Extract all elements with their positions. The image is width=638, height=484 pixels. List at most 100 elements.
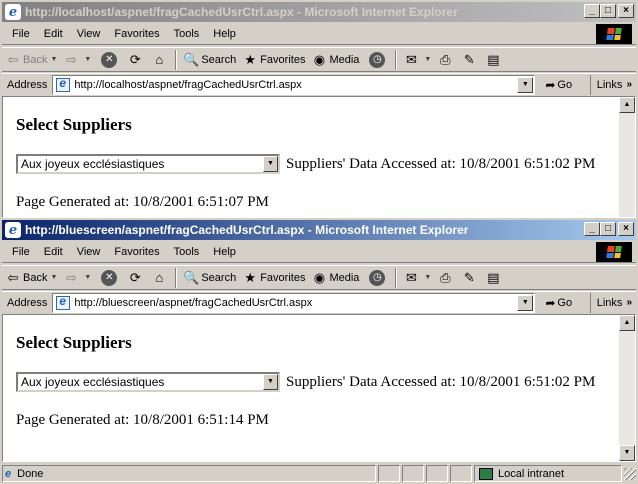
address-dropdown-button[interactable]: ▼ bbox=[517, 294, 534, 311]
edit-button[interactable]: ✎ bbox=[458, 49, 482, 71]
discuss-button[interactable]: ▤ bbox=[482, 49, 506, 71]
chevron-right-icon: » bbox=[626, 297, 632, 308]
go-button[interactable]: ➦ Go bbox=[541, 78, 576, 92]
favorites-button[interactable]: ★ Favorites bbox=[239, 267, 308, 289]
page-heading: Select Suppliers bbox=[16, 115, 132, 134]
minimize-button[interactable]: _ bbox=[584, 222, 600, 236]
links-label: Links bbox=[596, 78, 623, 91]
go-arrow-icon: ➦ bbox=[545, 77, 556, 92]
back-button[interactable]: ⇦ Back ▼ bbox=[2, 49, 60, 71]
back-button[interactable]: ⇦ Back ▼ bbox=[2, 267, 60, 289]
forward-button[interactable]: ⇨ ▼ bbox=[60, 267, 94, 289]
mail-button[interactable]: ✉ ▼ bbox=[400, 49, 434, 71]
menu-tools[interactable]: Tools bbox=[168, 246, 206, 258]
supplier-select[interactable]: Aux joyeux ecclésiastiques ▼ bbox=[16, 154, 280, 174]
address-input[interactable]: http://bluescreen/aspnet/fragCachedUsrCt… bbox=[52, 292, 536, 313]
refresh-icon: ⟳ bbox=[129, 269, 141, 285]
chevron-down-icon[interactable]: ▼ bbox=[50, 274, 57, 281]
chevron-down-icon[interactable]: ▼ bbox=[84, 56, 91, 63]
scroll-up-button[interactable]: ▲ bbox=[619, 315, 635, 331]
go-button[interactable]: ➦ Go bbox=[541, 296, 576, 310]
chevron-down-icon[interactable]: ▼ bbox=[84, 274, 91, 281]
links-button[interactable]: Links » bbox=[589, 74, 632, 95]
status-main-panel: e Done bbox=[2, 465, 376, 482]
favorites-button[interactable]: ★ Favorites bbox=[239, 49, 308, 71]
history-icon: ◷ bbox=[369, 51, 386, 68]
chevron-down-icon[interactable]: ▼ bbox=[424, 56, 431, 63]
media-button[interactable]: ◉ Media bbox=[308, 49, 362, 71]
maximize-button[interactable]: □ bbox=[600, 222, 616, 236]
resize-grip[interactable] bbox=[624, 467, 636, 480]
forward-arrow-icon: ⇨ bbox=[65, 51, 77, 67]
menu-view[interactable]: View bbox=[71, 246, 107, 258]
menu-edit[interactable]: Edit bbox=[38, 246, 69, 258]
refresh-button[interactable]: ⟳ bbox=[124, 267, 148, 289]
close-button[interactable]: × bbox=[618, 222, 634, 236]
address-dropdown-button[interactable]: ▼ bbox=[517, 76, 534, 93]
page-content: Select Suppliers Aux joyeux ecclésiastiq… bbox=[2, 96, 636, 218]
chevron-right-icon: » bbox=[626, 79, 632, 90]
edit-button[interactable]: ✎ bbox=[458, 267, 482, 289]
menu-favorites[interactable]: Favorites bbox=[108, 246, 165, 258]
search-button[interactable]: 🔍 Search bbox=[180, 49, 239, 71]
discuss-button[interactable]: ▤ bbox=[482, 267, 506, 289]
vertical-scrollbar[interactable]: ▲ ▼ bbox=[619, 315, 635, 461]
search-label: Search bbox=[201, 271, 237, 284]
history-button[interactable]: ◷ bbox=[362, 267, 392, 289]
menu-help[interactable]: Help bbox=[207, 246, 242, 258]
links-button[interactable]: Links » bbox=[589, 292, 632, 313]
maximize-button[interactable]: □ bbox=[600, 4, 616, 18]
scroll-up-button[interactable]: ▲ bbox=[619, 97, 635, 113]
media-label: Media bbox=[329, 53, 360, 66]
media-button[interactable]: ◉ Media bbox=[308, 267, 362, 289]
go-label: Go bbox=[557, 78, 573, 91]
refresh-icon: ⟳ bbox=[129, 51, 141, 67]
menu-file[interactable]: File bbox=[6, 246, 36, 258]
menu-help[interactable]: Help bbox=[207, 28, 242, 40]
minimize-button[interactable]: _ bbox=[584, 4, 600, 18]
supplier-select[interactable]: Aux joyeux ecclésiastiques ▼ bbox=[16, 372, 280, 392]
home-button[interactable]: ⌂ bbox=[148, 267, 172, 289]
address-bar: Address http://localhost/aspnet/fragCach… bbox=[2, 73, 636, 95]
history-button[interactable]: ◷ bbox=[362, 49, 392, 71]
favorites-label: Favorites bbox=[260, 53, 306, 66]
menu-edit[interactable]: Edit bbox=[38, 28, 69, 40]
chevron-down-icon[interactable]: ▼ bbox=[263, 374, 278, 390]
stop-icon: ✕ bbox=[101, 51, 118, 68]
title-bar[interactable]: e http://localhost/aspnet/fragCachedUsrC… bbox=[2, 2, 636, 22]
mail-button[interactable]: ✉ ▼ bbox=[400, 267, 434, 289]
address-url[interactable]: http://localhost/aspnet/fragCachedUsrCtr… bbox=[74, 79, 517, 91]
print-button[interactable]: ⎙ bbox=[434, 49, 458, 71]
title-bar[interactable]: e http://bluescreen/aspnet/fragCachedUsr… bbox=[2, 220, 636, 240]
forward-button[interactable]: ⇨ ▼ bbox=[60, 49, 94, 71]
supplier-selected-value: Aux joyeux ecclésiastiques bbox=[21, 375, 165, 389]
menu-view[interactable]: View bbox=[71, 28, 107, 40]
page-icon bbox=[56, 76, 71, 92]
home-icon: ⌂ bbox=[155, 52, 164, 67]
mail-icon: ✉ bbox=[405, 51, 417, 67]
home-button[interactable]: ⌂ bbox=[148, 49, 172, 71]
vertical-scrollbar[interactable]: ▲ bbox=[619, 97, 635, 217]
address-input[interactable]: http://localhost/aspnet/fragCachedUsrCtr… bbox=[52, 74, 536, 95]
close-button[interactable]: × bbox=[618, 4, 634, 18]
search-button[interactable]: 🔍 Search bbox=[180, 267, 239, 289]
scroll-down-button[interactable]: ▼ bbox=[619, 445, 635, 461]
data-accessed-text: Suppliers' Data Accessed at: 10/8/2001 6… bbox=[286, 155, 596, 172]
media-icon: ◉ bbox=[313, 269, 326, 285]
refresh-button[interactable]: ⟳ bbox=[124, 49, 148, 71]
stop-button[interactable]: ✕ bbox=[94, 49, 124, 71]
menu-tools[interactable]: Tools bbox=[168, 28, 206, 40]
menu-bar: File Edit View Favorites Tools Help bbox=[2, 23, 636, 45]
print-button[interactable]: ⎙ bbox=[434, 267, 458, 289]
edit-icon: ✎ bbox=[463, 51, 475, 67]
menu-favorites[interactable]: Favorites bbox=[108, 28, 165, 40]
menu-file[interactable]: File bbox=[6, 28, 36, 40]
chevron-down-icon[interactable]: ▼ bbox=[50, 56, 57, 63]
chevron-down-icon[interactable]: ▼ bbox=[424, 274, 431, 281]
ie-page-icon: e bbox=[5, 467, 12, 480]
address-url[interactable]: http://bluescreen/aspnet/fragCachedUsrCt… bbox=[74, 297, 517, 309]
stop-button[interactable]: ✕ bbox=[94, 267, 124, 289]
data-accessed-text: Suppliers' Data Accessed at: 10/8/2001 6… bbox=[286, 373, 596, 390]
chevron-down-icon[interactable]: ▼ bbox=[263, 156, 278, 172]
favorites-icon: ★ bbox=[244, 51, 257, 67]
